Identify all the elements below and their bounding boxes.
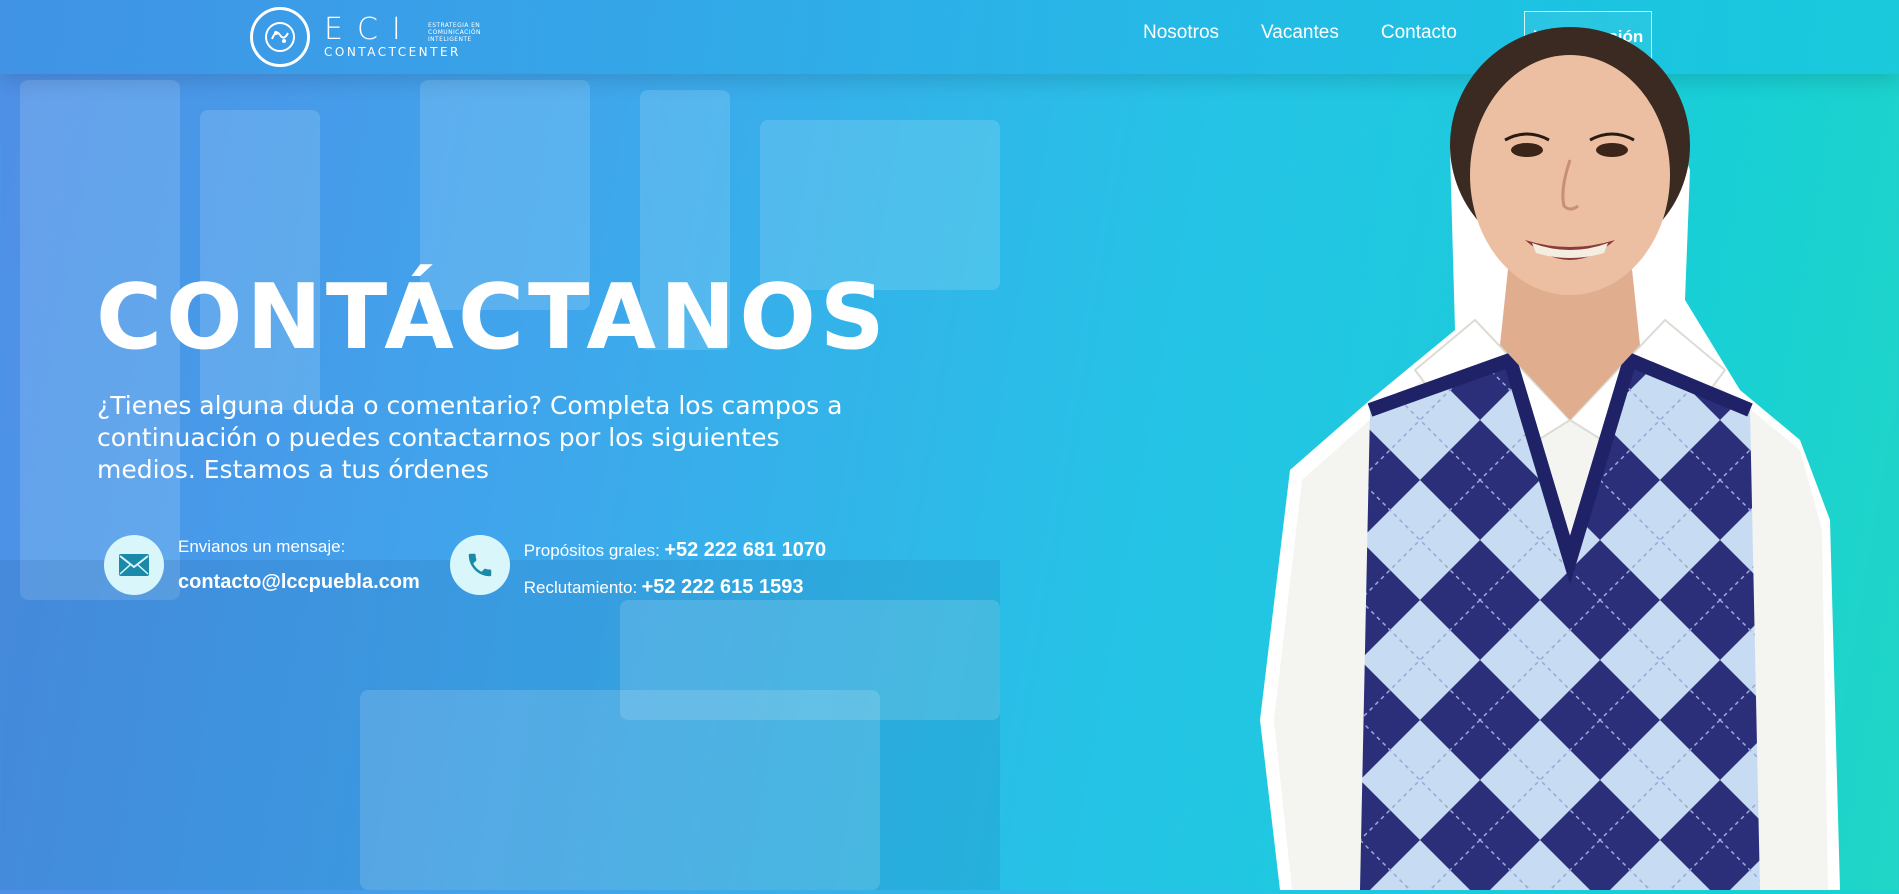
phone-general-label: Propósitos grales:	[523, 541, 660, 560]
logo-tagline: ESTRATEGIA EN COMUNICACIÓN INTELIGENTE	[428, 22, 481, 43]
phone-general-number[interactable]: +52 222 681 1070	[664, 539, 826, 561]
phone-recruitment-number[interactable]: +52 222 615 1593	[642, 576, 804, 598]
logo-emblem-icon	[250, 7, 310, 67]
phone-general: Propósitos grales: +52 222 681 1070	[524, 539, 826, 562]
email-link[interactable]: contacto@lccpuebla.com	[178, 571, 420, 594]
email-label: Envianos un mensaje:	[178, 537, 346, 556]
phone-contact: Propósitos grales: +52 222 681 1070 Recl…	[449, 535, 826, 599]
phone-icon	[449, 535, 510, 595]
email-contact: Envianos un mensaje: contacto@lccpuebla.…	[104, 535, 420, 599]
nav-nosotros[interactable]: Nosotros	[1143, 22, 1219, 44]
page-description: ¿Tienes alguna duda o comentario? Comple…	[97, 391, 843, 484]
contact-info: Envianos un mensaje: contacto@lccpuebla.…	[104, 535, 826, 599]
hero-person-image	[1240, 0, 1880, 890]
page-title: CONTÁCTANOS	[96, 265, 889, 370]
envelope-icon	[104, 535, 164, 595]
phone-recruitment: Reclutamiento: +52 222 615 1593	[524, 576, 826, 599]
logo-subtitle: CONTACTCENTER	[324, 45, 461, 59]
phone-recruitment-label: Reclutamiento:	[523, 578, 638, 597]
